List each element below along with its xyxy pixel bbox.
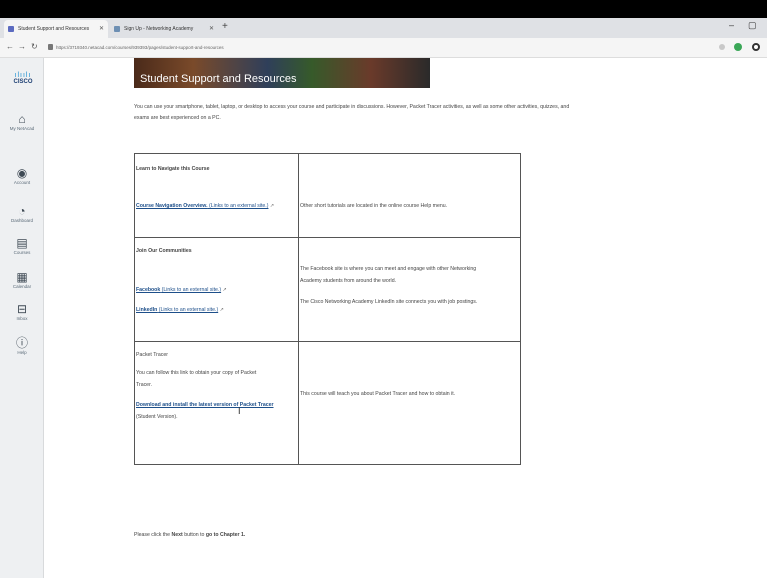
- nav-courses[interactable]: ▤ Courses: [0, 236, 44, 255]
- table-cell: Join Our Communities Facebook (Links to …: [135, 238, 299, 341]
- external-link-icon: ↗: [218, 307, 224, 313]
- tab-student-support[interactable]: Student Support and Resources ✕: [4, 20, 108, 38]
- table-row: Learn to Navigate this Course Course Nav…: [135, 154, 520, 238]
- table-cell: Other short tutorials are located in the…: [299, 154, 520, 237]
- tab-favicon-icon: [114, 26, 120, 32]
- facebook-link[interactable]: Facebook (Links to an external site.) ↗: [136, 286, 227, 294]
- external-link-icon: ↗: [221, 287, 227, 293]
- cell-text: Academy students from around the world.: [300, 278, 397, 284]
- cell-text: Tracer.: [136, 382, 152, 388]
- tab-favicon-icon: [8, 26, 14, 32]
- reload-icon[interactable]: ↻: [31, 42, 38, 51]
- intro-paragraph: You can use your smartphone, tablet, lap…: [134, 104, 570, 121]
- footer-text: button to: [184, 532, 205, 538]
- star-icon[interactable]: [719, 44, 725, 50]
- footer-next-word: Next: [171, 532, 183, 538]
- back-icon[interactable]: ←: [6, 42, 14, 51]
- cell-text: The Cisco Networking Academy LinkedIn si…: [300, 299, 478, 305]
- link-suffix[interactable]: (Links to an external site.): [209, 203, 268, 209]
- forward-icon[interactable]: →: [18, 42, 26, 51]
- cisco-logo-bars: ılıılı: [14, 72, 32, 79]
- global-navigation: ılıılı CISCO ⌂ My NetAcad ◉ Account ◔ Da…: [0, 58, 44, 578]
- user-icon: ◉: [16, 166, 28, 180]
- table-cell: Packet Tracer You can follow this link t…: [135, 342, 299, 464]
- home-icon: ⌂: [18, 112, 26, 126]
- section-heading: Join Our Communities: [136, 248, 192, 254]
- nav-label: Dashboard: [10, 218, 33, 223]
- nav-dashboard[interactable]: ◔ Dashboard: [0, 204, 44, 223]
- text-cursor-icon: I: [238, 406, 241, 416]
- help-icon: ⓘ: [15, 336, 28, 350]
- footer-goto: go to Chapter 1.: [205, 532, 246, 538]
- nav-label: Account: [13, 180, 31, 185]
- close-icon[interactable]: ✕: [209, 20, 214, 38]
- nav-label: My NetAcad: [9, 126, 35, 131]
- cell-text: Other short tutorials are located in the…: [300, 203, 448, 209]
- link-text[interactable]: Facebook: [136, 287, 160, 293]
- inbox-icon: ⊟: [16, 302, 28, 316]
- cisco-logo[interactable]: ılıılı CISCO: [10, 72, 36, 86]
- table-cell: This course will teach you about Packet …: [299, 342, 520, 464]
- cell-text: (Student Version).: [136, 414, 178, 420]
- nav-my-netacad[interactable]: ⌂ My NetAcad: [0, 112, 44, 131]
- link-suffix[interactable]: (Links to an external site.): [162, 287, 221, 293]
- page-title: Student Support and Resources: [140, 73, 297, 85]
- section-heading: Learn to Navigate this Course: [136, 166, 210, 172]
- link-text[interactable]: LinkedIn: [136, 307, 157, 313]
- packet-tracer-download-link[interactable]: Download and install the latest version …: [136, 401, 274, 409]
- link-suffix[interactable]: (Links to an external site.): [159, 307, 218, 313]
- close-icon[interactable]: ✕: [99, 20, 104, 38]
- nav-label: Inbox: [16, 316, 28, 321]
- nav-help[interactable]: ⓘ Help: [0, 336, 44, 355]
- tab-label: Student Support and Resources: [18, 26, 90, 32]
- table-row: Packet Tracer You can follow this link t…: [135, 342, 520, 464]
- nav-calendar[interactable]: ▦ Calendar: [0, 270, 44, 289]
- address-bar: ← → ↻ https://3719340.netacad.com/course…: [0, 38, 767, 58]
- tab-label: Sign Up - Networking Academy: [124, 26, 194, 32]
- lock-icon: [48, 44, 53, 50]
- nav-account[interactable]: ◉ Account: [0, 166, 44, 185]
- table-cell: The Facebook site is where you can meet …: [299, 238, 520, 341]
- extension-icon[interactable]: [734, 43, 742, 51]
- next-instruction: Please click the Next button to go to Ch…: [134, 532, 245, 538]
- footer-text: Please click the: [134, 532, 171, 538]
- maximize-icon[interactable]: ▢: [748, 20, 757, 31]
- dashboard-icon: ◔: [18, 204, 26, 218]
- letterbox-top: [0, 0, 767, 18]
- nav-label: Courses: [13, 250, 31, 255]
- cell-text: This course will teach you about Packet …: [300, 391, 456, 397]
- book-icon: ▤: [16, 236, 28, 250]
- external-link-icon: ↗: [268, 203, 275, 209]
- page-banner: Student Support and Resources: [134, 58, 430, 88]
- link-text[interactable]: Course Navigation Overview.: [136, 203, 208, 209]
- profile-icon[interactable]: [752, 43, 760, 51]
- resources-table: Learn to Navigate this Course Course Nav…: [134, 153, 521, 465]
- cell-text: The Facebook site is where you can meet …: [300, 266, 477, 272]
- course-navigation-link[interactable]: Course Navigation Overview. (Links to an…: [136, 202, 274, 210]
- nav-label: Calendar: [12, 284, 32, 289]
- tab-sign-up[interactable]: Sign Up - Networking Academy ✕: [110, 20, 218, 38]
- calendar-icon: ▦: [16, 270, 28, 284]
- table-row: Join Our Communities Facebook (Links to …: [135, 238, 520, 342]
- section-heading: Packet Tracer: [136, 352, 169, 358]
- url-field[interactable]: https://3719340.netacad.com/courses/9393…: [56, 42, 666, 54]
- nav-label: Help: [17, 350, 27, 355]
- linkedin-link[interactable]: LinkedIn (Links to an external site.) ↗: [136, 306, 224, 314]
- cell-text: You can follow this link to obtain your …: [136, 370, 257, 376]
- browser-tab-bar: Student Support and Resources ✕ Sign Up …: [0, 18, 767, 38]
- nav-inbox[interactable]: ⊟ Inbox: [0, 302, 44, 321]
- new-tab-icon[interactable]: +: [222, 21, 228, 32]
- table-cell: Learn to Navigate this Course Course Nav…: [135, 154, 299, 237]
- minimize-icon[interactable]: –: [729, 20, 734, 30]
- cisco-logo-word: CISCO: [13, 79, 33, 85]
